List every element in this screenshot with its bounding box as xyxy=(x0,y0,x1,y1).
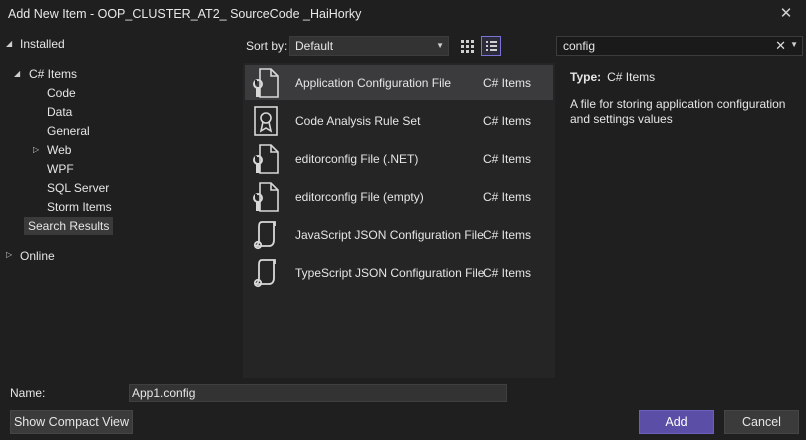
details-pane: Type: C# Items A file for storing applica… xyxy=(570,70,800,127)
result-item-category: C# Items xyxy=(483,152,532,166)
config-file-icon xyxy=(251,181,281,213)
result-item-name: JavaScript JSON Configuration File xyxy=(295,228,484,242)
result-item[interactable]: JavaScript JSON Configuration File C# Ite… xyxy=(245,217,553,252)
sort-by-value: Default xyxy=(295,39,334,53)
name-field[interactable] xyxy=(129,384,507,402)
config-file-icon xyxy=(251,143,281,175)
tree-item-wpf[interactable]: WPF xyxy=(47,160,74,178)
list-view-button[interactable] xyxy=(481,36,501,56)
result-item-name: TypeScript JSON Configuration File xyxy=(295,266,485,280)
tree-item-online[interactable]: Online xyxy=(20,247,55,265)
sort-by-dropdown[interactable]: Default ▼ xyxy=(289,36,449,56)
search-box: ✕ ▼ xyxy=(556,36,803,56)
grid-view-button[interactable] xyxy=(457,36,477,56)
chevron-down-icon: ▼ xyxy=(436,41,444,50)
tree-item-web[interactable]: Web xyxy=(47,141,71,159)
json-config-icon xyxy=(251,219,281,251)
result-item-category: C# Items xyxy=(483,190,532,204)
result-item-category: C# Items xyxy=(483,266,532,280)
sort-by-label: Sort by: xyxy=(246,39,288,53)
ruleset-icon xyxy=(251,105,281,137)
close-icon[interactable]: ✕ xyxy=(776,4,796,24)
tree-item-csharp-items[interactable]: C# Items xyxy=(29,65,77,83)
result-item-name: editorconfig File (.NET) xyxy=(295,152,419,166)
result-item-category: C# Items xyxy=(483,114,532,128)
detail-type-label: Type: xyxy=(570,70,602,84)
tree-item-data[interactable]: Data xyxy=(47,103,72,121)
detail-type-value: C# Items xyxy=(607,70,656,84)
result-item-name: Code Analysis Rule Set xyxy=(295,114,421,128)
result-item[interactable]: editorconfig File (.NET) C# Items xyxy=(245,141,553,176)
title-bar: Add New Item - OOP_CLUSTER_AT2_ SourceCo… xyxy=(0,0,806,30)
collapse-triangle-icon[interactable]: ◢ xyxy=(14,70,22,78)
result-item[interactable]: Code Analysis Rule Set C# Items xyxy=(245,103,553,138)
detail-type: Type: C# Items xyxy=(570,70,800,84)
template-tree: ◢ Installed ◢ C# Items Code Data General… xyxy=(0,32,240,372)
name-label: Name: xyxy=(10,386,46,400)
expand-triangle-icon[interactable]: ▷ xyxy=(33,146,41,154)
result-item-name: Application Configuration File xyxy=(295,76,452,90)
add-button[interactable]: Add xyxy=(639,410,714,434)
collapse-triangle-icon[interactable]: ◢ xyxy=(6,40,14,48)
result-item-name: editorconfig File (empty) xyxy=(295,190,424,204)
result-item-category: C# Items xyxy=(483,76,532,90)
list-view-icon xyxy=(486,41,497,51)
result-item-category: C# Items xyxy=(483,228,532,242)
detail-description: A file for storing application configura… xyxy=(570,97,786,126)
tree-item-code[interactable]: Code xyxy=(47,84,76,102)
tree-item-search-results[interactable]: Search Results xyxy=(24,217,114,235)
result-item[interactable]: TypeScript JSON Configuration File C# Ite… xyxy=(245,255,553,290)
clear-search-icon[interactable]: ✕ xyxy=(775,38,786,54)
tree-item-sql-server[interactable]: SQL Server xyxy=(47,179,109,197)
json-config-icon xyxy=(251,257,281,289)
expand-triangle-icon[interactable]: ▷ xyxy=(6,251,14,259)
tree-item-general[interactable]: General xyxy=(47,122,90,140)
show-compact-view-button[interactable]: Show Compact View xyxy=(10,410,133,434)
search-input[interactable] xyxy=(563,38,763,54)
window-title: Add New Item - OOP_CLUSTER_AT2_ SourceCo… xyxy=(8,7,362,21)
cancel-button[interactable]: Cancel xyxy=(724,410,799,434)
results-list: Application Configuration File C# Items Co… xyxy=(243,63,555,378)
grid-view-icon xyxy=(461,40,474,53)
search-dropdown-icon[interactable]: ▼ xyxy=(790,40,798,49)
tree-item-installed[interactable]: Installed xyxy=(20,35,65,53)
result-item[interactable]: editorconfig File (empty) C# Items xyxy=(245,179,553,214)
result-item[interactable]: Application Configuration File C# Items xyxy=(245,65,553,100)
tree-item-storm-items[interactable]: Storm Items xyxy=(47,198,112,216)
config-file-icon xyxy=(251,67,281,99)
